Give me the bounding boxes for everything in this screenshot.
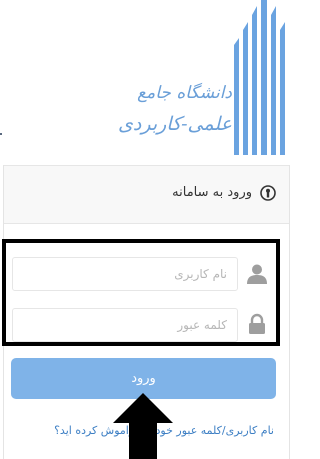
password-input[interactable] <box>13 309 237 341</box>
username-input[interactable] <box>13 258 237 290</box>
password-field[interactable] <box>12 308 238 342</box>
lock-icon <box>249 313 265 334</box>
arrow-up-icon <box>113 393 173 459</box>
logo-line-1: دانشگاه جامع <box>137 83 232 103</box>
decorative-dot <box>0 133 2 135</box>
info-circle-icon <box>260 185 276 201</box>
panel-header: ورود به سامانه <box>4 165 289 224</box>
university-logo: دانشگاه جامع علمی-کاربردی <box>118 0 290 160</box>
logo-line-2: علمی-کاربردی <box>118 113 232 135</box>
user-icon <box>247 264 267 284</box>
logo-emblem-icon <box>234 0 285 155</box>
panel-title: ورود به سامانه <box>172 185 252 200</box>
username-field[interactable] <box>12 257 238 291</box>
login-page: دانشگاه جامع علمی-کاربردی ورود به سامانه… <box>0 0 290 459</box>
